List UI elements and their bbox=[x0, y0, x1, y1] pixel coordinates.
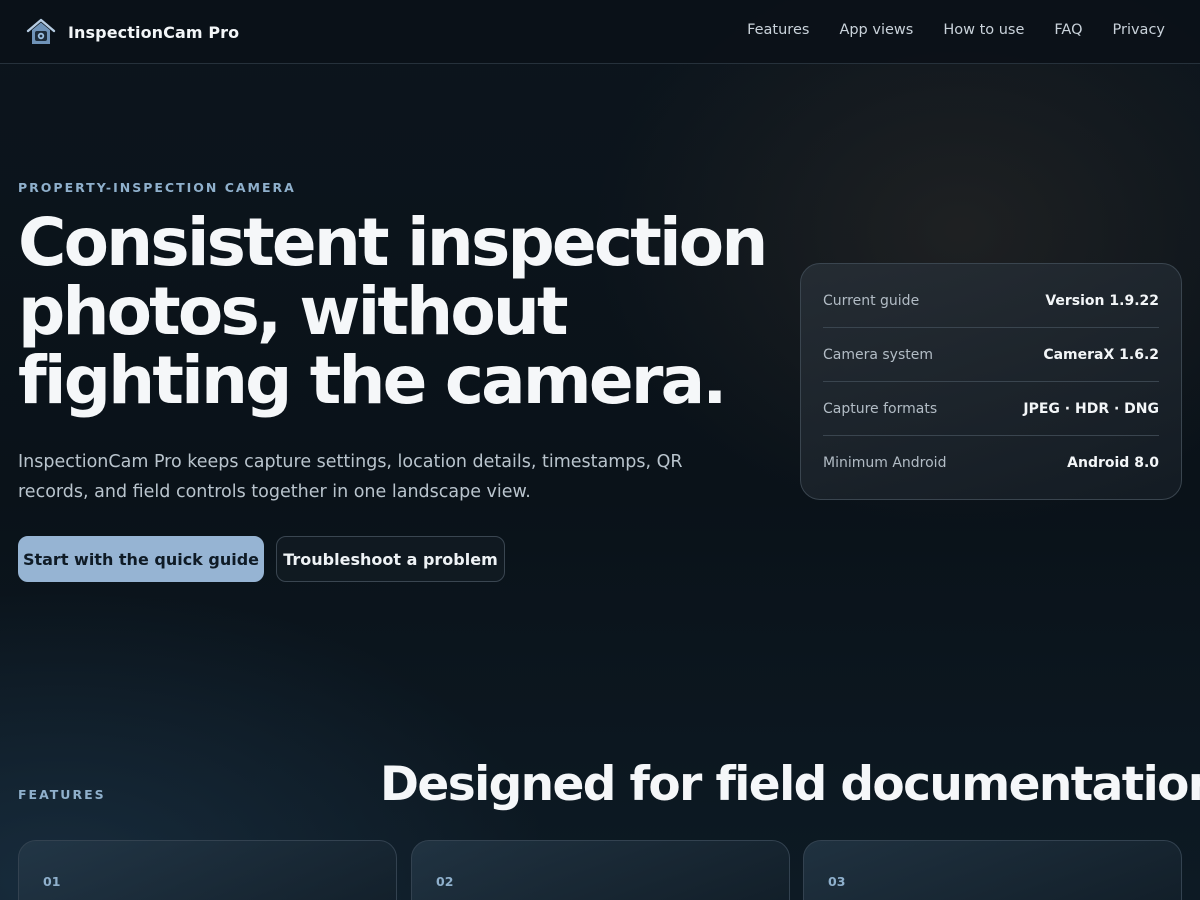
features-eyebrow: FEATURES bbox=[18, 787, 106, 802]
info-row-camera-system: Camera system CameraX 1.6.2 bbox=[823, 328, 1159, 382]
features-title: Designed for field documentation bbox=[380, 757, 1200, 812]
feature-card-1: 01 bbox=[18, 840, 397, 900]
house-camera-icon bbox=[26, 18, 56, 44]
top-navigation: InspectionCam Pro Features App views How… bbox=[0, 0, 1200, 64]
version-info-card: Current guide Version 1.9.22 Camera syst… bbox=[800, 263, 1182, 500]
brand-name: InspectionCam Pro bbox=[68, 22, 240, 42]
brand[interactable]: InspectionCam Pro bbox=[26, 17, 239, 47]
nav-link-how-to-use[interactable]: How to use bbox=[943, 22, 1024, 38]
feature-number: 03 bbox=[828, 874, 846, 889]
hero-title-line: fighting the camera. bbox=[18, 342, 727, 419]
hero-title: Consistent inspection photos, without fi… bbox=[18, 208, 778, 415]
info-value: JPEG · HDR · DNG bbox=[1023, 400, 1159, 417]
quick-guide-button[interactable]: Start with the quick guide bbox=[18, 536, 264, 582]
hero-subtitle: InspectionCam Pro keeps capture settings… bbox=[18, 452, 683, 502]
nav-link-privacy[interactable]: Privacy bbox=[1113, 22, 1166, 38]
troubleshoot-button[interactable]: Troubleshoot a problem bbox=[276, 536, 505, 582]
info-label: Minimum Android bbox=[823, 455, 947, 471]
info-label: Current guide bbox=[823, 292, 920, 309]
nav-link-faq[interactable]: FAQ bbox=[1054, 22, 1082, 38]
hero-title-line: Consistent inspection bbox=[18, 204, 768, 281]
feature-number: 01 bbox=[43, 874, 61, 889]
nav-link-app-views[interactable]: App views bbox=[839, 22, 913, 38]
hero-title-line: photos, without bbox=[18, 273, 569, 350]
info-value: CameraX 1.6.2 bbox=[1043, 346, 1159, 363]
info-value: Version 1.9.22 bbox=[1045, 292, 1159, 309]
hero-eyebrow: PROPERTY-INSPECTION CAMERA bbox=[18, 180, 296, 195]
feature-card-3: 03 bbox=[803, 840, 1182, 900]
nav-links: Features App views How to use FAQ Privac… bbox=[747, 22, 1165, 38]
info-row-minimum-android: Minimum Android Android 8.0 bbox=[823, 436, 1159, 490]
nav-link-features[interactable]: Features bbox=[747, 22, 809, 38]
info-value: Android 8.0 bbox=[1067, 455, 1159, 471]
feature-card-2: 02 bbox=[411, 840, 790, 900]
info-label: Camera system bbox=[823, 346, 934, 363]
info-row-capture-formats: Capture formats JPEG · HDR · DNG bbox=[823, 382, 1159, 436]
info-label: Capture formats bbox=[823, 400, 938, 417]
feature-number: 02 bbox=[436, 874, 454, 889]
info-row-current-guide: Current guide Version 1.9.22 bbox=[823, 274, 1159, 328]
